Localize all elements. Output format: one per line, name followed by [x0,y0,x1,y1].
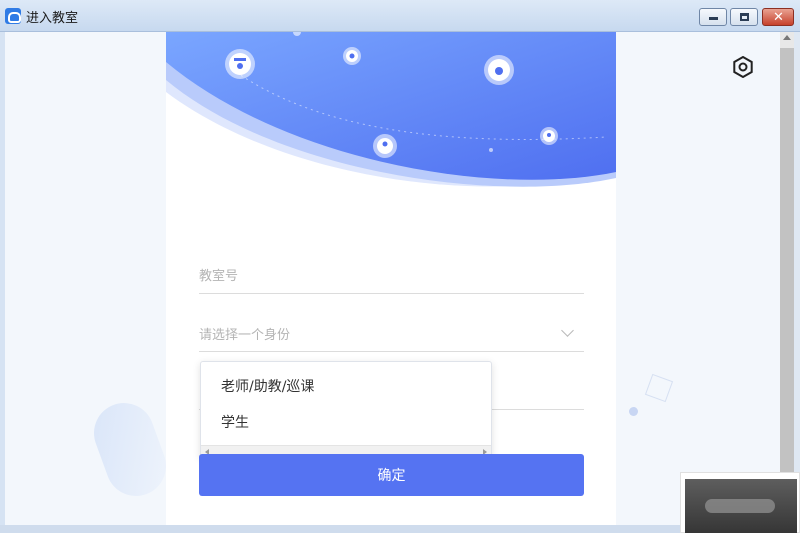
maximize-icon [740,13,749,21]
classroom-number-input[interactable] [199,264,584,288]
female-avatar-icon [484,55,514,85]
window-titlebar: 进入教室 ✕ [0,0,800,32]
app-cloud-icon [5,8,21,24]
student-avatar-icon [343,47,361,65]
scrollbar-thumb[interactable] [780,48,794,472]
decorative-cube-shape [644,373,674,403]
settings-gear-icon[interactable] [732,56,754,78]
close-button[interactable]: ✕ [762,8,794,26]
window-title: 进入教室 [26,11,79,26]
graduate-avatar-icon [225,49,255,79]
chevron-down-icon[interactable] [561,324,574,337]
hero-banner [166,32,616,187]
role-select[interactable]: 请选择一个身份 [199,316,584,352]
role-option-teacher[interactable]: 老师/助教/巡课 [221,376,314,396]
classroom-number-field[interactable] [199,258,584,294]
close-icon: ✕ [773,10,784,25]
scroll-up-icon[interactable] [783,35,791,40]
preview-thumbnail-image [685,479,797,533]
window-frame-right [794,32,800,472]
decorative-cylinder-shape [85,394,175,505]
minimize-button[interactable] [699,8,727,26]
decorative-dot [629,407,638,416]
minimize-icon [709,17,718,20]
window-vertical-scrollbar[interactable] [780,32,794,472]
user-avatar-icon [373,134,397,158]
small-user-avatar-icon [540,127,558,145]
preview-thumbnail [680,472,800,533]
role-dropdown[interactable]: 老师/助教/巡课 学生 [200,361,492,458]
maximize-button[interactable] [730,8,758,26]
confirm-button[interactable]: 确定 [199,454,584,496]
role-select-placeholder: 请选择一个身份 [199,328,291,343]
role-option-student[interactable]: 学生 [221,412,249,432]
